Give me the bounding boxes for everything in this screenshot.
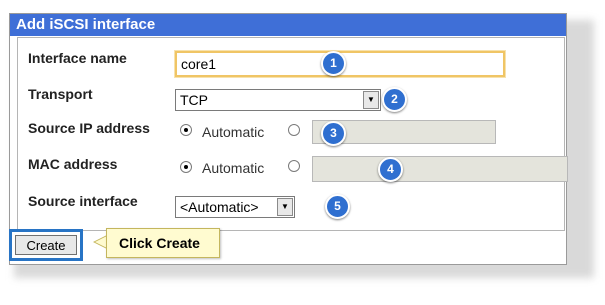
transport-select-value: TCP bbox=[180, 92, 208, 108]
step-badge-3: 3 bbox=[321, 121, 346, 146]
create-button-highlight: Create bbox=[9, 229, 83, 261]
interface-name-label: Interface name bbox=[28, 50, 127, 66]
source-ip-label: Source IP address bbox=[28, 120, 150, 136]
click-create-callout: Click Create bbox=[106, 228, 220, 258]
step-badge-4: 4 bbox=[378, 157, 403, 182]
step-badge-2: 2 bbox=[382, 87, 407, 112]
transport-label: Transport bbox=[28, 86, 93, 102]
form-panel: Interface name 1 Transport TCP ▼ 2 Sourc… bbox=[17, 37, 568, 231]
source-ip-automatic-radio[interactable] bbox=[180, 124, 192, 136]
mac-address-input[interactable] bbox=[312, 156, 568, 182]
source-ip-manual-radio[interactable] bbox=[288, 124, 300, 136]
dialog-title: Add iSCSI interface bbox=[10, 14, 566, 36]
chevron-down-icon[interactable]: ▼ bbox=[277, 198, 293, 216]
mac-address-label: MAC address bbox=[28, 156, 118, 172]
mac-manual-radio[interactable] bbox=[288, 160, 300, 172]
chevron-down-icon[interactable]: ▼ bbox=[363, 91, 379, 109]
source-ip-automatic-label: Automatic bbox=[202, 124, 265, 140]
source-interface-select[interactable]: <Automatic> ▼ bbox=[175, 196, 295, 218]
mac-automatic-label: Automatic bbox=[202, 160, 265, 176]
add-iscsi-interface-dialog: Add iSCSI interface Interface name 1 Tra… bbox=[9, 13, 568, 265]
source-interface-select-value: <Automatic> bbox=[180, 199, 259, 215]
step-badge-5: 5 bbox=[325, 194, 350, 219]
transport-select[interactable]: TCP ▼ bbox=[175, 89, 381, 111]
mac-automatic-radio[interactable] bbox=[180, 161, 192, 173]
create-button[interactable]: Create bbox=[15, 235, 77, 255]
source-interface-label: Source interface bbox=[28, 193, 138, 209]
step-badge-1: 1 bbox=[321, 51, 346, 76]
